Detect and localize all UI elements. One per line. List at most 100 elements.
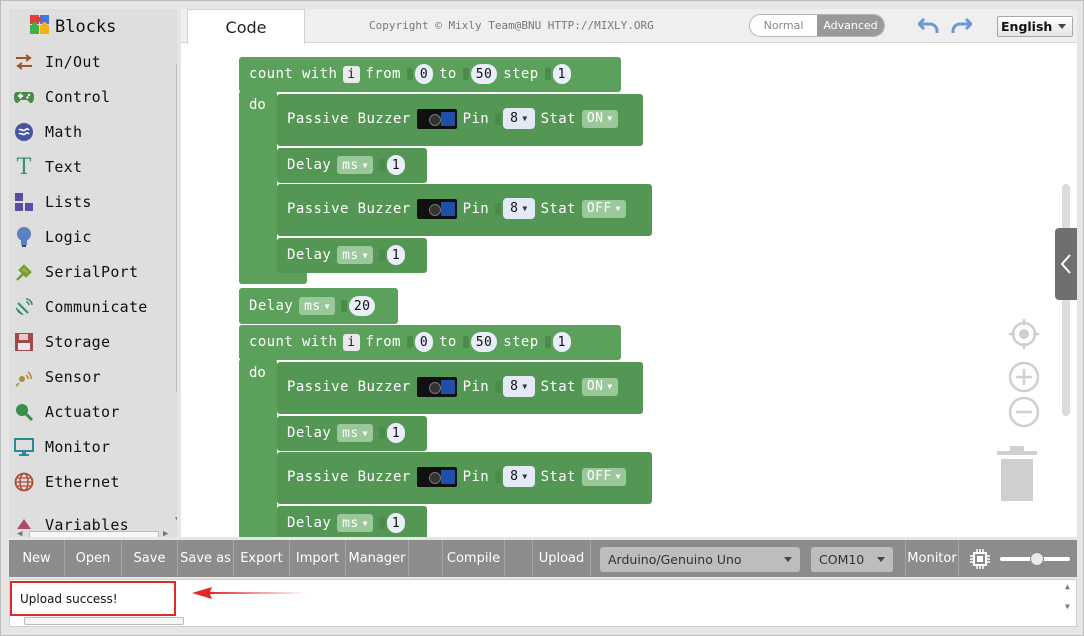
chip-icon[interactable] xyxy=(969,548,991,574)
step-value[interactable]: 1 xyxy=(552,64,571,84)
pin-dropdown[interactable]: 8 ▼ xyxy=(503,466,535,487)
stat-dropdown[interactable]: ON ▼ xyxy=(581,377,618,396)
pin-dropdown[interactable]: 8 ▼ xyxy=(503,108,535,129)
console-vertical-scrollbar[interactable]: ▲ ▼ xyxy=(1064,582,1074,624)
category-logic[interactable]: Logic xyxy=(13,223,163,251)
tab-code[interactable]: Code xyxy=(187,9,305,44)
trash-icon[interactable] xyxy=(995,444,1039,504)
delay-value[interactable]: 1 xyxy=(386,423,406,443)
scroll-thumb[interactable] xyxy=(29,531,159,537)
new-button[interactable]: New xyxy=(9,540,65,577)
zoom-in-icon[interactable] xyxy=(1007,360,1041,394)
delay-unit-dropdown[interactable]: ms ▼ xyxy=(337,156,373,174)
stat-dropdown[interactable]: OFF ▼ xyxy=(581,467,626,486)
stat-dropdown[interactable]: ON ▼ xyxy=(581,109,618,128)
category-serialport[interactable]: SerialPort xyxy=(13,258,163,286)
dropdown-arrow-icon: ▼ xyxy=(362,428,368,438)
collapse-panel-tab[interactable] xyxy=(1055,228,1077,300)
redo-icon[interactable] xyxy=(949,14,973,36)
scroll-thumb[interactable] xyxy=(24,617,184,625)
save-as-button[interactable]: Save as xyxy=(178,540,234,577)
board-select[interactable]: Arduino/Genuino Uno xyxy=(600,547,800,572)
delay-value[interactable]: 1 xyxy=(386,245,406,265)
category-label: Control xyxy=(45,88,111,106)
import-button[interactable]: Import xyxy=(290,540,346,577)
pin-label: Pin xyxy=(462,200,490,217)
chevron-right-icon[interactable]: ▶ xyxy=(163,529,168,537)
category-monitor[interactable]: Monitor xyxy=(13,433,163,461)
chevron-up-icon[interactable]: ▲ xyxy=(1065,582,1070,591)
block-workspace: Code Copyright © Mixly Team@BNU HTTP://M… xyxy=(181,9,1077,537)
open-button[interactable]: Open xyxy=(65,540,122,577)
text-t-icon: T xyxy=(16,154,32,180)
delay-value[interactable]: 1 xyxy=(386,513,406,533)
delay-value[interactable]: 1 xyxy=(386,155,406,175)
mode-normal-option[interactable]: Normal xyxy=(750,15,817,36)
undo-icon[interactable] xyxy=(917,14,941,36)
step-value[interactable]: 1 xyxy=(552,332,571,352)
save-button[interactable]: Save xyxy=(122,540,178,577)
port-select[interactable]: COM10 xyxy=(811,547,893,572)
compile-button[interactable]: Compile xyxy=(443,540,505,577)
workspace-topbar: Code Copyright © Mixly Team@BNU HTTP://M… xyxy=(181,9,1077,44)
category-ethernet[interactable]: Ethernet xyxy=(13,468,163,496)
stat-label: Stat xyxy=(540,378,576,395)
category-text[interactable]: T Text xyxy=(13,153,163,181)
manager-button[interactable]: Manager xyxy=(346,540,409,577)
delay-value[interactable]: 20 xyxy=(348,296,376,316)
mode-toggle[interactable]: Normal Advanced xyxy=(749,14,885,37)
sidebar-vertical-scrollbar[interactable]: ▼ xyxy=(174,51,177,531)
scroll-thumb[interactable] xyxy=(176,63,177,393)
passive-buzzer-row: Passive Buzzer Pin 8 ▼ Stat OFF ▼ xyxy=(287,198,626,219)
from-label: from xyxy=(365,66,401,82)
lists-blocks-icon xyxy=(13,191,35,213)
category-control[interactable]: Control xyxy=(13,83,163,111)
category-communicate[interactable]: Communicate xyxy=(13,293,163,321)
to-value[interactable]: 50 xyxy=(470,332,498,352)
export-button[interactable]: Export xyxy=(234,540,290,577)
buzzer-module-icon xyxy=(416,376,457,397)
chevron-left-icon[interactable]: ◀ xyxy=(17,529,22,537)
chevron-down-icon[interactable]: ▼ xyxy=(175,515,177,525)
delay-unit-dropdown[interactable]: ms ▼ xyxy=(337,424,373,442)
category-actuator[interactable]: Actuator xyxy=(13,398,163,426)
zoom-out-icon[interactable] xyxy=(1007,395,1041,429)
count-with-label: count with xyxy=(249,66,338,82)
monitor-button[interactable]: Monitor xyxy=(905,540,959,577)
delay-unit-dropdown[interactable]: ms ▼ xyxy=(337,514,373,532)
category-sensor[interactable]: Sensor xyxy=(13,363,163,391)
stat-dropdown[interactable]: OFF ▼ xyxy=(581,199,626,218)
canvas-vertical-scrollbar[interactable] xyxy=(1062,184,1070,416)
slider-knob[interactable] xyxy=(1030,552,1044,566)
language-select[interactable]: English xyxy=(997,16,1073,37)
loop-variable[interactable]: i xyxy=(343,333,360,351)
category-storage[interactable]: Storage xyxy=(13,328,163,356)
zoom-slider[interactable] xyxy=(1000,552,1070,566)
category-lists[interactable]: Lists xyxy=(13,188,163,216)
pin-dropdown[interactable]: 8 ▼ xyxy=(503,198,535,219)
input-notch xyxy=(495,112,502,125)
dropdown-arrow-icon: ▼ xyxy=(615,472,621,481)
input-notch xyxy=(495,202,502,215)
gamepad-icon xyxy=(13,86,35,108)
output-console: Upload success! ▲ ▼ xyxy=(9,579,1077,627)
console-horizontal-scrollbar[interactable] xyxy=(12,616,192,626)
pin-dropdown[interactable]: 8 ▼ xyxy=(503,376,535,397)
category-in-out[interactable]: In/Out xyxy=(13,48,163,76)
blocks-canvas[interactable]: count with i from 0 to 50 step 1 do Pass… xyxy=(181,44,1077,537)
category-math[interactable]: Math xyxy=(13,118,163,146)
loop-variable[interactable]: i xyxy=(343,65,360,83)
input-notch xyxy=(495,380,502,393)
to-value[interactable]: 50 xyxy=(470,64,498,84)
mode-advanced-option[interactable]: Advanced xyxy=(817,15,884,36)
delay-unit-dropdown[interactable]: ms ▼ xyxy=(299,297,335,315)
chevron-down-icon[interactable]: ▼ xyxy=(1065,602,1070,611)
recenter-icon[interactable] xyxy=(1007,317,1041,351)
delay-row: Delay ms ▼ 1 xyxy=(287,245,406,265)
upload-button[interactable]: Upload xyxy=(533,540,591,577)
from-value[interactable]: 0 xyxy=(414,332,434,352)
pin-label: Pin xyxy=(462,468,490,485)
delay-unit-dropdown[interactable]: ms ▼ xyxy=(337,246,373,264)
sidebar-horizontal-scrollbar[interactable]: ◀ ▶ xyxy=(17,529,173,537)
from-value[interactable]: 0 xyxy=(414,64,434,84)
